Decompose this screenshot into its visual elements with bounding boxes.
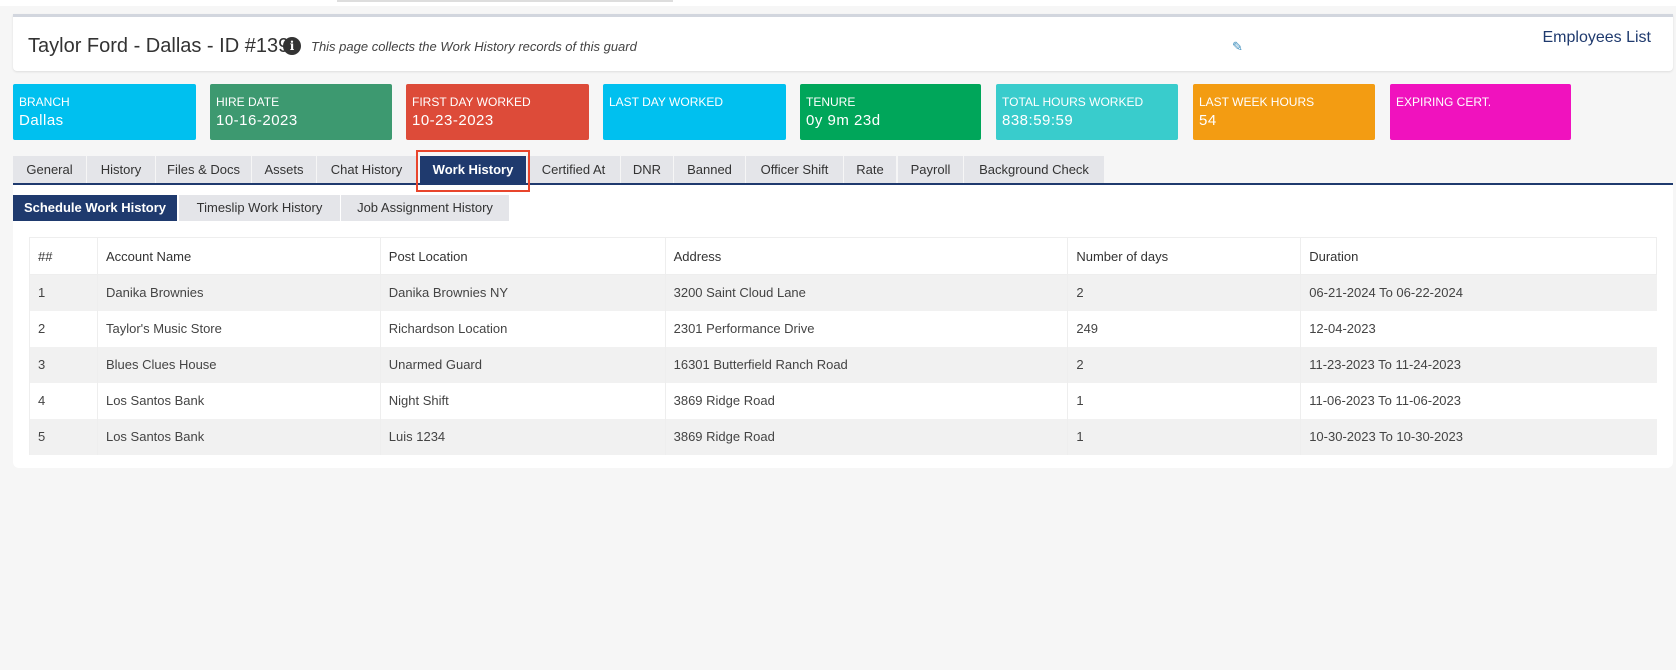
cell-address: 3869 Ridge Road [664,418,1068,455]
tab-dnr[interactable]: DNR [621,156,673,183]
stat-box-expiring-cert: EXPIRING CERT. [1390,84,1571,140]
tab-officer-shift[interactable]: Officer Shift [746,156,843,183]
stat-label: LAST WEEK HOURS [1199,95,1315,109]
cell-post-location: Danika Brownies NY [379,274,666,311]
table-row[interactable]: 4 Los Santos Bank Night Shift 3869 Ridge Ro… [29,382,1657,419]
stat-value: 54 [1199,112,1217,129]
cell-post-location: Richardson Location [379,310,666,347]
top-scrollbar [337,0,673,2]
column-header-account-name[interactable]: Account Name [96,237,381,275]
cell-index: 2 [29,310,98,347]
tab-banned[interactable]: Banned [674,156,745,183]
stat-label: EXPIRING CERT. [1396,95,1492,109]
edit-icon[interactable]: ✎ [1232,39,1243,55]
table-row[interactable]: 5 Los Santos Bank Luis 1234 3869 Ridge Road… [29,418,1657,455]
cell-address: 3200 Saint Cloud Lane [664,274,1068,311]
subtab-timeslip-work-history[interactable]: Timeslip Work History [179,195,340,221]
column-header-index[interactable]: ## [29,237,98,275]
cell-index: 4 [29,382,98,419]
cell-account-name: Blues Clues House [96,346,381,383]
cell-number-of-days: 1 [1067,418,1301,455]
stat-value: 838:59:59 [1002,112,1074,129]
cell-number-of-days: 2 [1067,274,1301,311]
stat-value: Dallas [19,112,64,129]
tab-general[interactable]: General [13,156,86,183]
cell-duration: 10-30-2023 To 10-30-2023 [1300,418,1657,455]
table-row[interactable]: 2 Taylor's Music Store Richardson Location… [29,310,1657,347]
column-header-number-of-days[interactable]: Number of days [1067,237,1301,275]
cell-address: 2301 Performance Drive [664,310,1068,347]
cell-post-location: Luis 1234 [379,418,666,455]
cell-index: 5 [29,418,98,455]
highlight-box [416,150,530,192]
table-header-row: ## Account Name Post Location Address Number… [29,237,1657,275]
page-title: Taylor Ford - Dallas - ID #139 [28,35,290,57]
stat-box-total-hours-worked: TOTAL HOURS WORKED 838:59:59 [996,84,1178,140]
stat-label: HIRE DATE [216,95,280,109]
cell-duration: 11-06-2023 To 11-06-2023 [1300,382,1657,419]
info-icon[interactable]: i [283,37,301,55]
cell-account-name: Taylor's Music Store [96,310,381,347]
column-header-duration[interactable]: Duration [1300,237,1657,275]
stat-box-tenure: TENURE 0y 9m 23d [800,84,981,140]
stat-value: 0y 9m 23d [806,112,881,129]
stat-box-first-day-worked: FIRST DAY WORKED 10-23-2023 [406,84,589,140]
employees-list-link[interactable]: Employees List [1543,29,1652,47]
stat-box-hire-date: HIRE DATE 10-16-2023 [210,84,392,140]
stat-box-last-day-worked: LAST DAY WORKED [603,84,786,140]
tab-rate[interactable]: Rate [844,156,896,183]
tab-history[interactable]: History [87,156,155,183]
tab-chat-history[interactable]: Chat History [317,156,416,183]
tab-background-check[interactable]: Background Check [964,156,1104,183]
column-header-address[interactable]: Address [664,237,1068,275]
cell-number-of-days: 2 [1067,346,1301,383]
cell-address: 16301 Butterfield Ranch Road [664,346,1068,383]
cell-post-location: Unarmed Guard [379,346,666,383]
subtab-schedule-work-history[interactable]: Schedule Work History [13,195,177,221]
tab-assets[interactable]: Assets [252,156,316,183]
stat-box-last-week-hours: LAST WEEK HOURS 54 [1193,84,1375,140]
table-row[interactable]: 1 Danika Brownies Danika Brownies NY 3200 S… [29,274,1657,311]
page-header: Taylor Ford - Dallas - ID #139 i This pa… [13,14,1673,71]
top-strip [0,0,1676,6]
stat-box-branch: BRANCH Dallas [13,84,196,140]
stat-label: LAST DAY WORKED [609,95,724,109]
cell-index: 1 [29,274,98,311]
table-row[interactable]: 3 Blues Clues House Unarmed Guard 16301 But… [29,346,1657,383]
cell-post-location: Night Shift [379,382,666,419]
page-subtitle: This page collects the Work History reco… [311,39,637,54]
subtab-job-assignment-history[interactable]: Job Assignment History [341,195,509,221]
cell-number-of-days: 249 [1067,310,1301,347]
cell-duration: 12-04-2023 [1300,310,1657,347]
stat-value: 10-16-2023 [216,112,298,129]
cell-account-name: Danika Brownies [96,274,381,311]
stat-label: TENURE [806,95,856,109]
cell-account-name: Los Santos Bank [96,418,381,455]
tab-certified-at[interactable]: Certified At [527,156,620,183]
tab-files-docs[interactable]: Files & Docs [156,156,251,183]
stat-label: BRANCH [19,95,70,109]
cell-account-name: Los Santos Bank [96,382,381,419]
cell-duration: 11-23-2023 To 11-24-2023 [1300,346,1657,383]
stat-label: TOTAL HOURS WORKED [1002,95,1144,109]
work-history-table: ## Account Name Post Location Address Number… [29,237,1657,455]
stat-value: 10-23-2023 [412,112,494,129]
column-header-post-location[interactable]: Post Location [379,237,666,275]
cell-address: 3869 Ridge Road [664,382,1068,419]
cell-duration: 06-21-2024 To 06-22-2024 [1300,274,1657,311]
tab-payroll[interactable]: Payroll [898,156,963,183]
cell-index: 3 [29,346,98,383]
stat-label: FIRST DAY WORKED [412,95,531,109]
cell-number-of-days: 1 [1067,382,1301,419]
